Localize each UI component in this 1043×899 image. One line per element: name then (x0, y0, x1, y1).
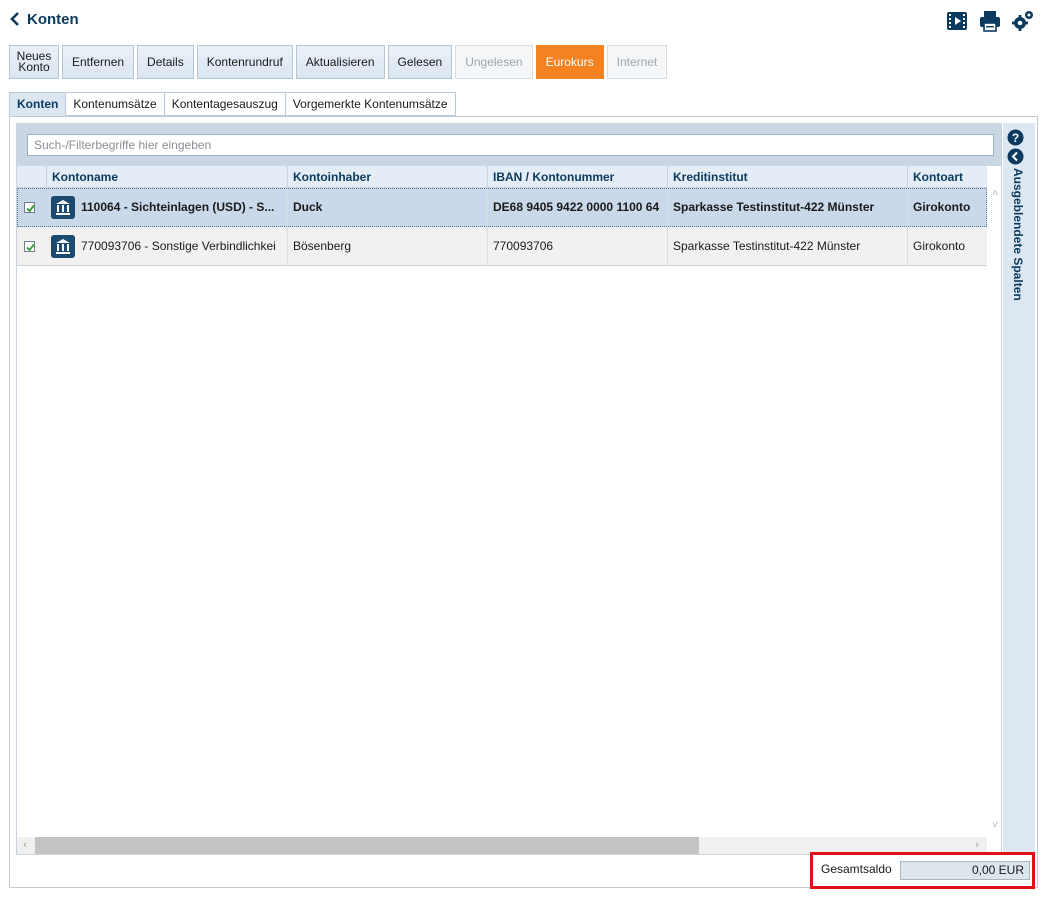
tab-daily-statement[interactable]: Kontentagesauszug (164, 92, 286, 116)
total-balance: Gesamtsaldo 0,00 EUR (810, 852, 1035, 889)
header-iban[interactable]: IBAN / Kontonummer (487, 166, 667, 188)
page-title: Konten (27, 10, 79, 28)
bank-icon (51, 196, 75, 219)
scroll-up-arrow[interactable]: ˄ (988, 188, 1002, 202)
svg-text:?: ? (1012, 131, 1019, 145)
refresh-button[interactable]: Aktualisieren (295, 45, 385, 79)
total-balance-value: 0,00 EUR (900, 861, 1030, 880)
scroll-down-arrow[interactable]: ˅ (988, 820, 1002, 834)
cell-account-holder: Bösenberg (287, 227, 487, 266)
header-account-name[interactable]: Kontoname (46, 166, 287, 188)
scroll-left-arrow[interactable]: ‹ (17, 837, 33, 854)
film-icon[interactable] (945, 9, 969, 33)
top-icons (945, 9, 1035, 33)
table-row[interactable]: 110064 - Sichteinlagen (USD) - S... Duck… (17, 188, 987, 227)
gears-icon[interactable] (1011, 9, 1035, 33)
table-header: Kontoname Kontoinhaber IBAN / Kontonumme… (17, 166, 987, 188)
new-account-button[interactable]: Neues Konto (9, 45, 59, 79)
cell-account-holder: Duck (287, 188, 487, 227)
scrollbar-thumb[interactable] (35, 837, 699, 854)
chevron-left-circle-icon[interactable] (1007, 148, 1024, 165)
hidden-columns-label[interactable]: Ausgeblendete Spalten (1007, 168, 1025, 308)
account-poll-button[interactable]: Kontenrundruf (196, 45, 293, 79)
back-link[interactable]: Konten (8, 8, 79, 30)
header-select-column[interactable] (17, 166, 46, 188)
tab-accounts[interactable]: Konten (9, 92, 67, 116)
title-bar: Konten (0, 0, 1043, 42)
cell-account-name: 770093706 - Sonstige Verbindlichkei (81, 239, 276, 253)
table-row[interactable]: 770093706 - Sonstige Verbindlichkei Böse… (17, 227, 987, 266)
cell-bank: Sparkasse Testinstitut-422 Münster (667, 227, 907, 266)
total-balance-label: Gesamtsaldo (821, 862, 892, 876)
search-input[interactable] (27, 134, 994, 156)
cell-account-type: Girokonto (907, 227, 987, 266)
tab-pending-transactions[interactable]: Vorgemerkte Kontenumsätze (285, 92, 456, 116)
mark-read-button[interactable]: Gelesen (387, 45, 453, 79)
cell-iban: DE68 9405 9422 0000 1100 64 (487, 188, 667, 227)
cell-iban: 770093706 (487, 227, 667, 266)
checkmark-icon (26, 243, 35, 252)
mark-unread-button[interactable]: Ungelesen (455, 45, 533, 79)
row-checkbox[interactable] (24, 202, 35, 213)
help-icon[interactable]: ? (1007, 129, 1024, 146)
cell-bank: Sparkasse Testinstitut-422 Münster (667, 188, 907, 227)
header-bank[interactable]: Kreditinstitut (667, 166, 907, 188)
internet-button[interactable]: Internet (606, 45, 668, 79)
tab-bar: Konten Kontenumsätze Kontentagesauszug V… (9, 92, 456, 116)
search-bar (17, 124, 1001, 166)
checkmark-icon (26, 204, 35, 213)
details-button[interactable]: Details (137, 45, 194, 79)
row-checkbox[interactable] (24, 241, 35, 252)
header-account-type[interactable]: Kontoart (907, 166, 987, 188)
header-account-holder[interactable]: Kontoinhaber (287, 166, 487, 188)
bank-icon (51, 235, 75, 258)
cell-account-type: Girokonto (907, 188, 987, 227)
printer-icon[interactable] (978, 9, 1002, 33)
euro-rate-button[interactable]: Eurokurs (535, 45, 604, 79)
chevron-left-icon[interactable] (8, 8, 22, 30)
tab-account-transactions[interactable]: Kontenumsätze (66, 92, 165, 116)
cell-account-name: 110064 - Sichteinlagen (USD) - S... (81, 200, 275, 214)
remove-button[interactable]: Entfernen (62, 45, 135, 79)
toolbar: Neues Konto Entfernen Details Kontenrund… (9, 45, 668, 79)
accounts-grid: Kontoname Kontoinhaber IBAN / Kontonumme… (16, 123, 1002, 855)
